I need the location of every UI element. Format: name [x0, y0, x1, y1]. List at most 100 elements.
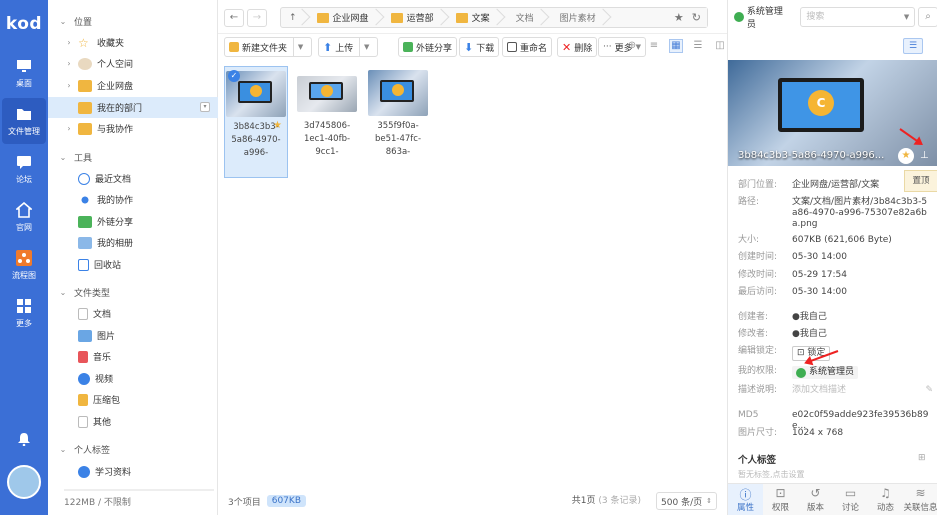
tree-item-type-doc[interactable]: 文档	[48, 303, 218, 324]
per-page-select[interactable]: 500 条/页 ⇕	[656, 492, 717, 510]
tab-versions[interactable]: ↺ 版本	[798, 484, 833, 515]
share-link-button[interactable]: 外链分享	[398, 37, 458, 57]
download-icon: ⬇	[464, 40, 474, 54]
tab-permissions[interactable]: ⊡ 权限	[763, 484, 798, 515]
tree-item-my-department[interactable]: 我在的部门 ▾	[48, 97, 218, 118]
file-name-line: 5a86-4970-	[231, 135, 281, 145]
rail-item-more[interactable]: 更多	[2, 290, 46, 336]
tree-item-album[interactable]: 我的相册	[48, 232, 218, 253]
rail-item-forum[interactable]: 论坛	[2, 146, 46, 192]
tree-item-type-archive[interactable]: 压缩包	[48, 389, 218, 410]
breadcrumb-item[interactable]: 企业网盘	[305, 8, 379, 27]
info-panel-toggle[interactable]: ☰	[903, 38, 923, 54]
forward-button[interactable]: →	[247, 9, 267, 27]
rename-button[interactable]: 重命名	[502, 37, 553, 57]
tree-item-type-image[interactable]: 图片	[48, 325, 218, 346]
delete-button[interactable]: ✕ 删除	[557, 37, 598, 57]
tab-related[interactable]: ≋ 关联信息	[903, 484, 937, 515]
download-button[interactable]: ⬇ 下载	[459, 37, 500, 57]
breadcrumb-item[interactable]: 文档	[500, 8, 544, 27]
pin-icon[interactable]: ⊥	[920, 150, 929, 161]
permission-badge: 系统管理员	[792, 366, 859, 379]
tree-item-recent[interactable]: 最近文档	[48, 168, 218, 189]
tree-section-tools[interactable]: ⌄ 工具	[48, 147, 218, 168]
breadcrumb-item[interactable]: 运营部	[379, 8, 444, 27]
star-icon[interactable]: ★	[674, 11, 684, 24]
tree-item-my-collab[interactable]: 我的协作	[48, 189, 218, 210]
tree-item-label: 最近文档	[95, 175, 132, 185]
tree-section-location[interactable]: ⌄ 位置	[48, 11, 218, 32]
rail-item-flowchart[interactable]: 流程图	[2, 242, 46, 288]
rename-icon	[507, 42, 517, 52]
user-avatar[interactable]	[7, 465, 41, 499]
tree-item-label: 其他	[93, 418, 112, 428]
tree-section-file-types[interactable]: ⌄ 文件类型	[48, 282, 218, 303]
edit-icon[interactable]: ✎	[925, 385, 933, 396]
chevron-updown-icon: ⇕	[706, 497, 712, 505]
search-input[interactable]: 搜索 ▼	[800, 7, 916, 27]
rail-item-files[interactable]: 文件管理	[2, 98, 46, 144]
file-icon	[78, 415, 88, 428]
list-view-icon[interactable]: ☰	[691, 39, 705, 53]
close-icon: ✕	[562, 40, 572, 54]
image-preview[interactable]: C 3b84c3b3-5a86-4970-a996... ★ ⊥	[728, 60, 937, 166]
tree-item-type-video[interactable]: 视频	[48, 368, 218, 389]
breadcrumb-item[interactable]: 文案	[444, 8, 500, 27]
chevron-down-icon: ⌄	[59, 288, 67, 297]
tree-item-enterprise-disk[interactable]: › 企业网盘	[48, 75, 218, 96]
file-item[interactable]: ✓ ★ 3b84c3b3- 5a86-4970- a996-	[224, 66, 288, 178]
chevron-down-icon[interactable]: ▼	[293, 38, 307, 56]
tags-hint[interactable]: 暂无标签,点击设置	[738, 469, 805, 480]
file-grid: ✓ ★ 3b84c3b3- 5a86-4970- a996- 3d745806-…	[224, 66, 724, 476]
history-icon: ↺	[810, 486, 821, 500]
breadcrumb-item[interactable]: 图片素材	[544, 8, 606, 27]
star-icon[interactable]: ★	[898, 148, 914, 164]
tree-item-label: 文档	[93, 310, 112, 320]
prop-lock: 编辑锁定: ⊡ 锁定	[738, 346, 933, 361]
tree-item-collaboration[interactable]: › 与我协作	[48, 118, 218, 139]
back-button[interactable]: ←	[224, 9, 244, 27]
tab-properties[interactable]: ⓘ 属性	[728, 484, 763, 515]
tree-item-type-music[interactable]: 音乐	[48, 346, 218, 367]
chevron-down-icon: ⌄	[59, 153, 67, 162]
rail-item-label: 桌面	[16, 78, 32, 88]
tree-item-recycle[interactable]: 回收站	[48, 254, 218, 275]
sort-icon[interactable]: ≡	[647, 39, 661, 53]
rail-item-website[interactable]: 官网	[2, 194, 46, 240]
bell-icon[interactable]	[16, 432, 32, 446]
tree-item-tag[interactable]: 学习资料	[48, 461, 218, 482]
music-icon	[78, 350, 88, 363]
file-item[interactable]: 3d745806- 1ec1-40fb- 9cc1-	[295, 66, 359, 178]
info-tabs: ⓘ 属性 ⊡ 权限 ↺ 版本 ▭ 讨论 ♫ 动态 ≋ 关联信息	[728, 483, 937, 515]
tree-item-link-share[interactable]: 外链分享	[48, 211, 218, 232]
tag-settings-icon[interactable]: ⊞	[918, 453, 926, 463]
split-view-icon[interactable]: ◫	[713, 39, 727, 53]
tree-section-tags[interactable]: ⌄ 个人标签	[48, 439, 218, 460]
check-icon[interactable]: ✓	[228, 70, 240, 82]
zoom-icon[interactable]: ⊕	[625, 39, 639, 53]
tab-activity[interactable]: ♫ 动态	[868, 484, 903, 515]
tree-item-favorites[interactable]: › ☆ 收藏夹	[48, 32, 218, 53]
description-input[interactable]: 添加文档描述	[792, 385, 925, 396]
tree-item-type-other[interactable]: 其他	[48, 411, 218, 432]
link-share-icon	[403, 42, 413, 52]
file-item[interactable]: 355f9f0a- be51-47fc- 863a-	[366, 66, 430, 178]
grid-view-icon[interactable]: ▦	[669, 39, 683, 53]
new-folder-button[interactable]: 新建文件夹 ▼	[224, 37, 313, 57]
up-button[interactable]: ↑	[281, 8, 305, 27]
tree-item-personal-space[interactable]: › 个人空间	[48, 53, 218, 74]
current-user[interactable]: 系统管理员	[747, 4, 792, 30]
search-icon[interactable]: ⌕	[918, 7, 937, 27]
refresh-icon[interactable]: ↻	[692, 11, 701, 24]
file-thumbnail	[368, 70, 428, 116]
tab-discussion[interactable]: ▭ 讨论	[833, 484, 868, 515]
tag-dot-icon	[78, 465, 90, 478]
rail-item-desktop[interactable]: 桌面	[2, 50, 46, 96]
rail-item-label: 论坛	[16, 174, 32, 184]
chevron-down-icon[interactable]: ▼	[359, 38, 373, 56]
item-count: 3个项目	[228, 497, 261, 508]
chevron-down-icon[interactable]: ▾	[200, 102, 210, 112]
upload-button[interactable]: ⬆ 上传 ▼	[318, 37, 379, 57]
trash-icon	[78, 258, 89, 271]
chevron-down-icon[interactable]: ▼	[904, 8, 909, 26]
